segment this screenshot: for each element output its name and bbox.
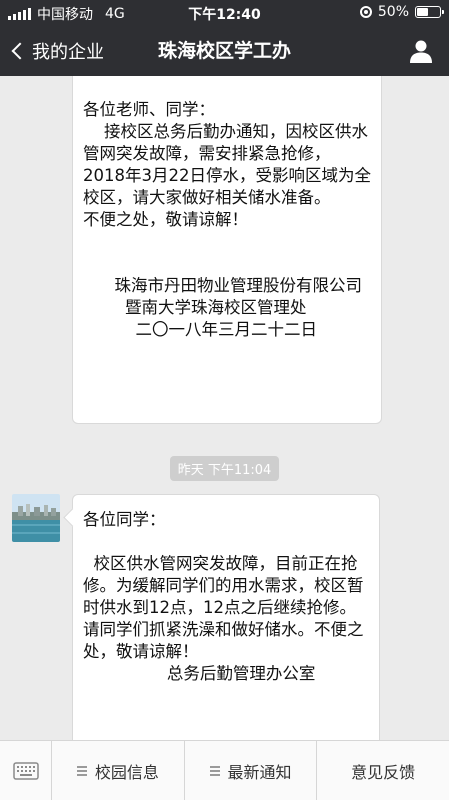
menu-label: 最新通知	[227, 762, 292, 782]
message-timestamp: 昨天 下午11:04	[0, 456, 449, 481]
timestamp-label: 昨天 下午11:04	[169, 456, 280, 481]
orientation-lock-icon	[359, 6, 372, 18]
battery-icon	[415, 6, 444, 18]
message-bubble[interactable]: 各位同学： 校区供水管网突发故障，目前正在抢修。为缓解同学们的用水需求，校区暂时…	[72, 494, 380, 740]
keyboard-icon	[12, 762, 39, 780]
status-bar: 中国移动 4G 下午12:40 50%	[0, 0, 449, 26]
chat-area[interactable]: 各位老师、同学： 接校区总务后勤办通知，因校区供水管网突发故障，需安排紧急抢修，…	[0, 76, 449, 740]
status-right: 50%	[359, 4, 444, 20]
menu-campus-info[interactable]: 校园信息	[52, 741, 185, 800]
back-label: 我的企业	[32, 42, 104, 63]
keyboard-toggle-button[interactable]	[0, 741, 52, 800]
menu-lines-icon	[209, 765, 220, 776]
campus-lake-avatar-icon	[12, 494, 60, 542]
menu-label: 意见反馈	[351, 762, 416, 782]
battery-percent: 50%	[377, 4, 409, 20]
menu-lines-icon	[76, 765, 87, 776]
chevron-left-icon	[11, 42, 29, 60]
avatar[interactable]	[12, 494, 60, 542]
menu-feedback[interactable]: 意见反馈	[317, 741, 449, 800]
back-button[interactable]: 我的企业	[10, 26, 104, 76]
nav-bar: 珠海校区学工办 我的企业	[0, 26, 449, 76]
battery-fill	[417, 8, 428, 16]
menu-label: 校园信息	[94, 762, 159, 782]
bottom-menu: 校园信息 最新通知 意见反馈	[0, 740, 449, 800]
person-icon	[410, 40, 432, 63]
profile-button[interactable]	[409, 39, 433, 63]
message-bubble[interactable]: 各位老师、同学： 接校区总务后勤办通知，因校区供水管网突发故障，需安排紧急抢修，…	[72, 76, 382, 424]
menu-latest-notice[interactable]: 最新通知	[185, 741, 318, 800]
